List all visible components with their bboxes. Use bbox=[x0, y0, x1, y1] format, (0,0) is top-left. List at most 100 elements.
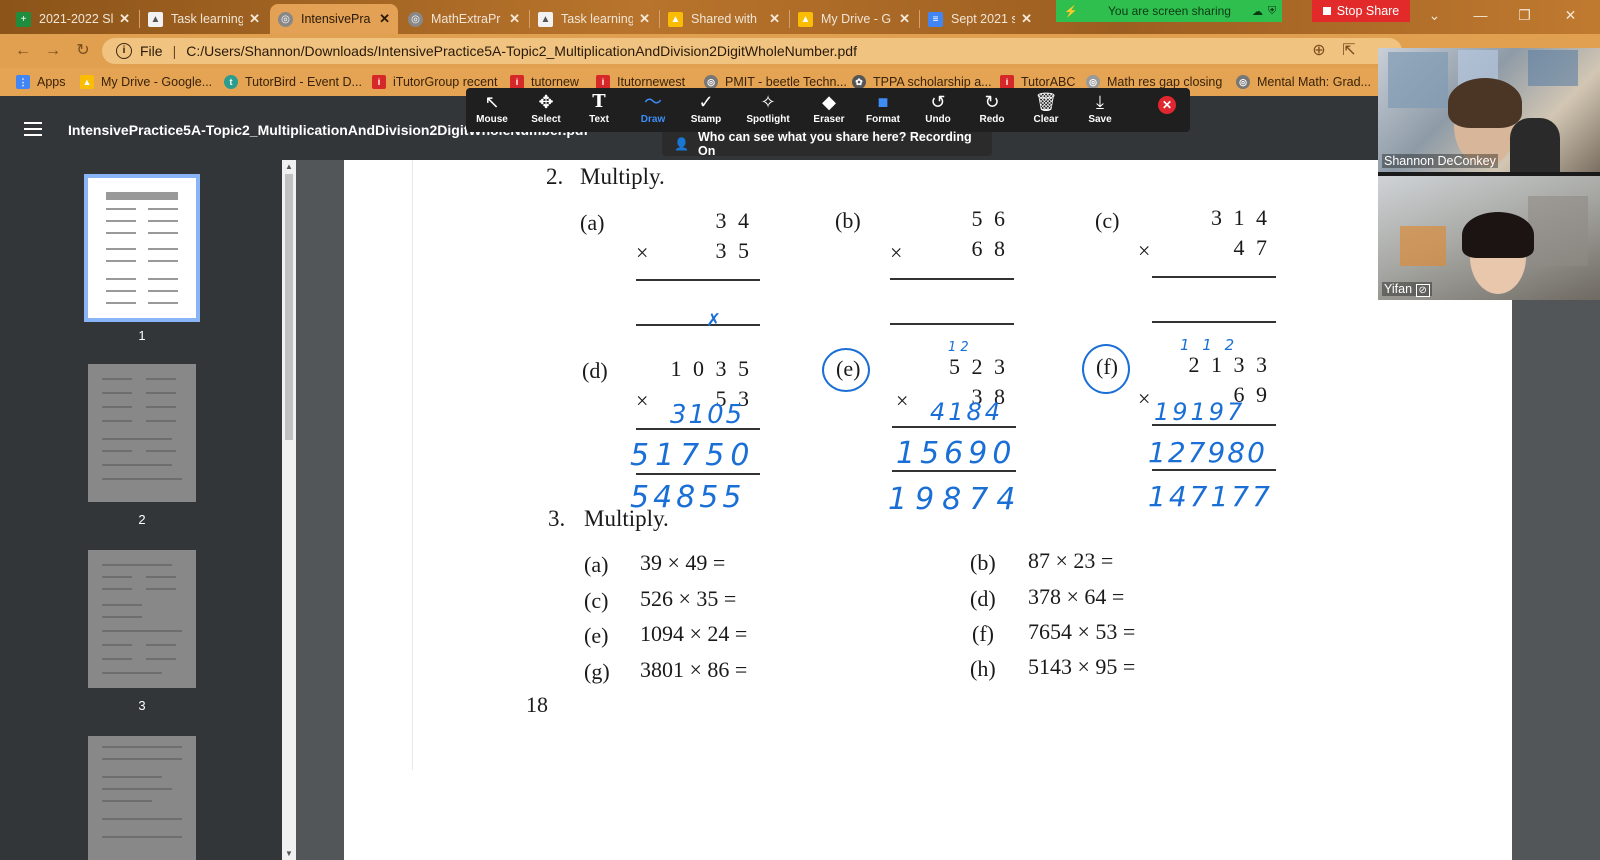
close-icon[interactable]: ✕ bbox=[119, 11, 130, 27]
browser-tab-strip: + 2021-2022 Sl ✕ ▲ Task learning ✕ ◎ Int… bbox=[0, 0, 1600, 34]
tab-shared-with-me[interactable]: ▲ Shared with ✕ bbox=[660, 4, 788, 34]
page-thumbnail-3[interactable] bbox=[88, 550, 196, 688]
close-icon[interactable]: ✕ bbox=[769, 11, 780, 27]
tool-text[interactable]: T Text bbox=[573, 90, 625, 130]
window-close-icon[interactable]: ✕ bbox=[1548, 0, 1593, 30]
tool-select[interactable]: ✥ Select bbox=[520, 90, 572, 130]
tab-sept-2021[interactable]: ≡ Sept 2021 sc ✕ bbox=[920, 4, 1040, 34]
multiplication-expression: 87 × 23 = bbox=[1028, 548, 1114, 573]
tab-math-extra-practice[interactable]: ◎ MathExtraPr ✕ bbox=[400, 4, 528, 34]
multiplicand: 2 1 3 3 bbox=[1188, 352, 1270, 377]
tool-label: Clear bbox=[1033, 114, 1059, 125]
video-tile-student[interactable]: Yifan ⊘ bbox=[1378, 176, 1600, 300]
close-annotation-icon[interactable]: ✕ bbox=[1158, 96, 1176, 114]
bookmark-apps[interactable]: ⋮ Apps bbox=[16, 73, 66, 91]
tab-task-learning[interactable]: ▲ Task learning ✕ bbox=[140, 4, 268, 34]
tool-label: Save bbox=[1088, 114, 1112, 125]
bookmark-tutorbird[interactable]: t TutorBird - Event D... bbox=[224, 73, 362, 91]
recording-notice[interactable]: 👤 Who can see what you share here? Recor… bbox=[662, 130, 992, 158]
redo-icon: ↻ bbox=[984, 92, 1000, 112]
tool-eraser[interactable]: ◆ Eraser bbox=[803, 90, 855, 130]
share-page-icon[interactable]: ⇱ bbox=[1338, 40, 1360, 62]
tab-title: Shared with bbox=[691, 12, 758, 26]
forward-arrow-icon[interactable]: → bbox=[42, 40, 64, 62]
close-icon[interactable]: ✕ bbox=[899, 11, 910, 27]
info-icon[interactable]: i bbox=[116, 43, 132, 59]
tool-label: Select bbox=[531, 114, 561, 125]
tool-draw[interactable]: 〜 Draw bbox=[627, 90, 679, 130]
page-thumbnail-1[interactable] bbox=[84, 174, 200, 322]
tab-intensive-practice[interactable]: ◎ IntensivePra ✕ bbox=[270, 4, 398, 34]
page-number-label: 2 bbox=[138, 512, 146, 527]
stop-share-button[interactable]: Stop Share bbox=[1312, 0, 1410, 22]
multiplication-expression: 526 × 35 = bbox=[640, 586, 737, 611]
apps-grid-icon: ⋮ bbox=[16, 75, 30, 89]
reload-icon[interactable]: ↻ bbox=[72, 40, 94, 62]
close-icon[interactable]: ✕ bbox=[379, 11, 390, 27]
bookmark-my-drive[interactable]: ▲ My Drive - Google... bbox=[80, 73, 212, 91]
globe-icon: ◎ bbox=[704, 75, 718, 89]
tab-search-icon[interactable]: ⌄ bbox=[1412, 0, 1457, 30]
handwritten-total: 147177 bbox=[1148, 480, 1273, 513]
tab-sheets[interactable]: + 2021-2022 Sl ✕ bbox=[8, 4, 138, 34]
tool-undo[interactable]: ↺ Undo bbox=[912, 90, 964, 130]
problem-label: (c) bbox=[1095, 208, 1120, 233]
sidebar-scrollbar[interactable]: ▲ ▼ bbox=[282, 160, 296, 860]
handwritten-carry: 1 1 2 bbox=[1180, 336, 1239, 354]
problem-label: (b) bbox=[970, 550, 996, 575]
multiplier: 4 7 bbox=[1233, 235, 1270, 260]
save-download-icon: ⤓ bbox=[1096, 92, 1104, 112]
question-title: Multiply. bbox=[584, 506, 669, 531]
question-title: Multiply. bbox=[580, 164, 665, 189]
stop-icon bbox=[1322, 7, 1331, 15]
close-icon[interactable]: ✕ bbox=[639, 11, 650, 27]
tool-format[interactable]: ■ Format bbox=[857, 90, 909, 130]
sidebar-scroll-thumb[interactable] bbox=[285, 174, 293, 440]
page-thumbnail-2[interactable] bbox=[88, 364, 196, 502]
tool-label: Undo bbox=[925, 114, 951, 125]
tab-title: Task learning bbox=[561, 12, 634, 26]
task-icon: ▲ bbox=[148, 11, 163, 27]
tool-stamp[interactable]: ✓ Stamp bbox=[680, 90, 732, 130]
tool-save[interactable]: ⤓ Save bbox=[1074, 90, 1126, 130]
globe-icon: ◎ bbox=[1086, 75, 1100, 89]
tab-task-learning-2[interactable]: ▲ Task learning ✕ bbox=[530, 4, 658, 34]
times-sign: × bbox=[1138, 238, 1151, 263]
tool-spotlight[interactable]: ✧ Spotlight bbox=[742, 90, 794, 130]
menu-icon[interactable] bbox=[24, 122, 42, 140]
restore-icon[interactable]: ❐ bbox=[1502, 0, 1547, 30]
back-arrow-icon[interactable]: ← bbox=[12, 40, 34, 62]
multiplication-expression: 7654 × 53 = bbox=[1028, 619, 1136, 644]
tool-redo[interactable]: ↻ Redo bbox=[966, 90, 1018, 130]
problem-label: (d) bbox=[582, 358, 608, 383]
problem-label: (h) bbox=[970, 656, 996, 681]
handwritten-partial-product: 15690 bbox=[896, 436, 1017, 471]
page-thumbnail-4[interactable] bbox=[88, 736, 196, 860]
scroll-up-icon[interactable]: ▲ bbox=[285, 162, 293, 171]
tool-label: Eraser bbox=[813, 114, 845, 125]
url-input[interactable]: i File | C:/Users/Shannon/Downloads/Inte… bbox=[102, 38, 1402, 64]
bookmark-mental-math[interactable]: ◎ Mental Math: Grad... bbox=[1236, 73, 1371, 91]
participant-name-tag: Yifan ⊘ bbox=[1382, 282, 1432, 297]
close-icon[interactable]: ✕ bbox=[249, 11, 260, 27]
handwritten-partial-product: 127980 bbox=[1148, 436, 1267, 469]
minimize-icon[interactable]: — bbox=[1458, 0, 1503, 30]
tool-label: Redo bbox=[979, 114, 1005, 125]
thumbnail-sidebar: 1 2 3 bbox=[0, 160, 282, 860]
screen-sharing-indicator[interactable]: ⚡ You are screen sharing ☁ ⛨ bbox=[1056, 0, 1282, 22]
tab-my-drive[interactable]: ▲ My Drive - G ✕ bbox=[790, 4, 918, 34]
url-separator: | bbox=[172, 43, 177, 59]
undo-icon: ↺ bbox=[930, 92, 946, 112]
tab-title: 2021-2022 Sl bbox=[39, 12, 114, 26]
url-text: C:/Users/Shannon/Downloads/IntensivePrac… bbox=[186, 43, 857, 59]
video-tile-host[interactable]: Shannon DeConkey bbox=[1378, 48, 1600, 172]
scroll-down-icon[interactable]: ▼ bbox=[285, 849, 293, 858]
tool-label: Mouse bbox=[476, 114, 508, 125]
tool-clear[interactable]: 🗑 Clear bbox=[1020, 90, 1072, 130]
close-icon[interactable]: ✕ bbox=[1021, 11, 1032, 27]
task-icon: ▲ bbox=[538, 11, 553, 27]
checkmark-icon: ✓ bbox=[698, 92, 714, 112]
close-icon[interactable]: ✕ bbox=[509, 11, 520, 27]
zoom-icon[interactable]: ⊕ bbox=[1308, 40, 1330, 62]
tool-mouse[interactable]: ↖ Mouse bbox=[466, 90, 518, 130]
